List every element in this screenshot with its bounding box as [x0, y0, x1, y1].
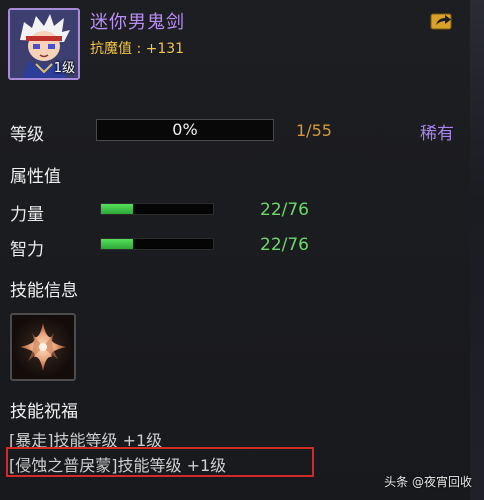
- attributes-title: 属性值: [10, 167, 61, 187]
- character-avatar: 1级: [8, 8, 80, 80]
- stat-intelligence-fill: [101, 239, 134, 249]
- background-edge: [470, 0, 484, 500]
- stat-strength-bar: [100, 203, 214, 215]
- stat-intelligence-bar: [100, 238, 214, 250]
- level-percent: 0%: [172, 120, 198, 139]
- skill-info-title: 技能信息: [10, 281, 78, 301]
- watermark: 头条 @夜宵回收: [384, 475, 472, 489]
- skill-blessing-title: 技能祝福: [10, 402, 78, 422]
- stat-strength-value: 22/76: [260, 200, 309, 220]
- avatar-level-badge: 1级: [53, 61, 75, 76]
- resist-value: 抗魔值 : +131: [90, 41, 185, 57]
- stat-intelligence-label: 智力: [10, 240, 44, 260]
- level-count: 1/55: [296, 121, 332, 140]
- level-progress-bar: 0%: [96, 119, 274, 141]
- share-icon: [430, 13, 452, 30]
- stat-strength-fill: [101, 204, 134, 214]
- stat-intelligence-value: 22/76: [260, 235, 309, 255]
- stat-strength-label: 力量: [10, 205, 44, 225]
- blessing-line-2: [侵蚀之普戾蒙]技能等级 +1级: [9, 456, 227, 475]
- item-title: 迷你男鬼剑: [90, 12, 185, 33]
- level-label: 等级: [10, 125, 44, 145]
- share-button[interactable]: [430, 10, 454, 30]
- four-point-star-skill-icon: [20, 323, 66, 371]
- skill-slot[interactable]: [10, 313, 76, 381]
- rarity-label: 稀有: [420, 124, 454, 144]
